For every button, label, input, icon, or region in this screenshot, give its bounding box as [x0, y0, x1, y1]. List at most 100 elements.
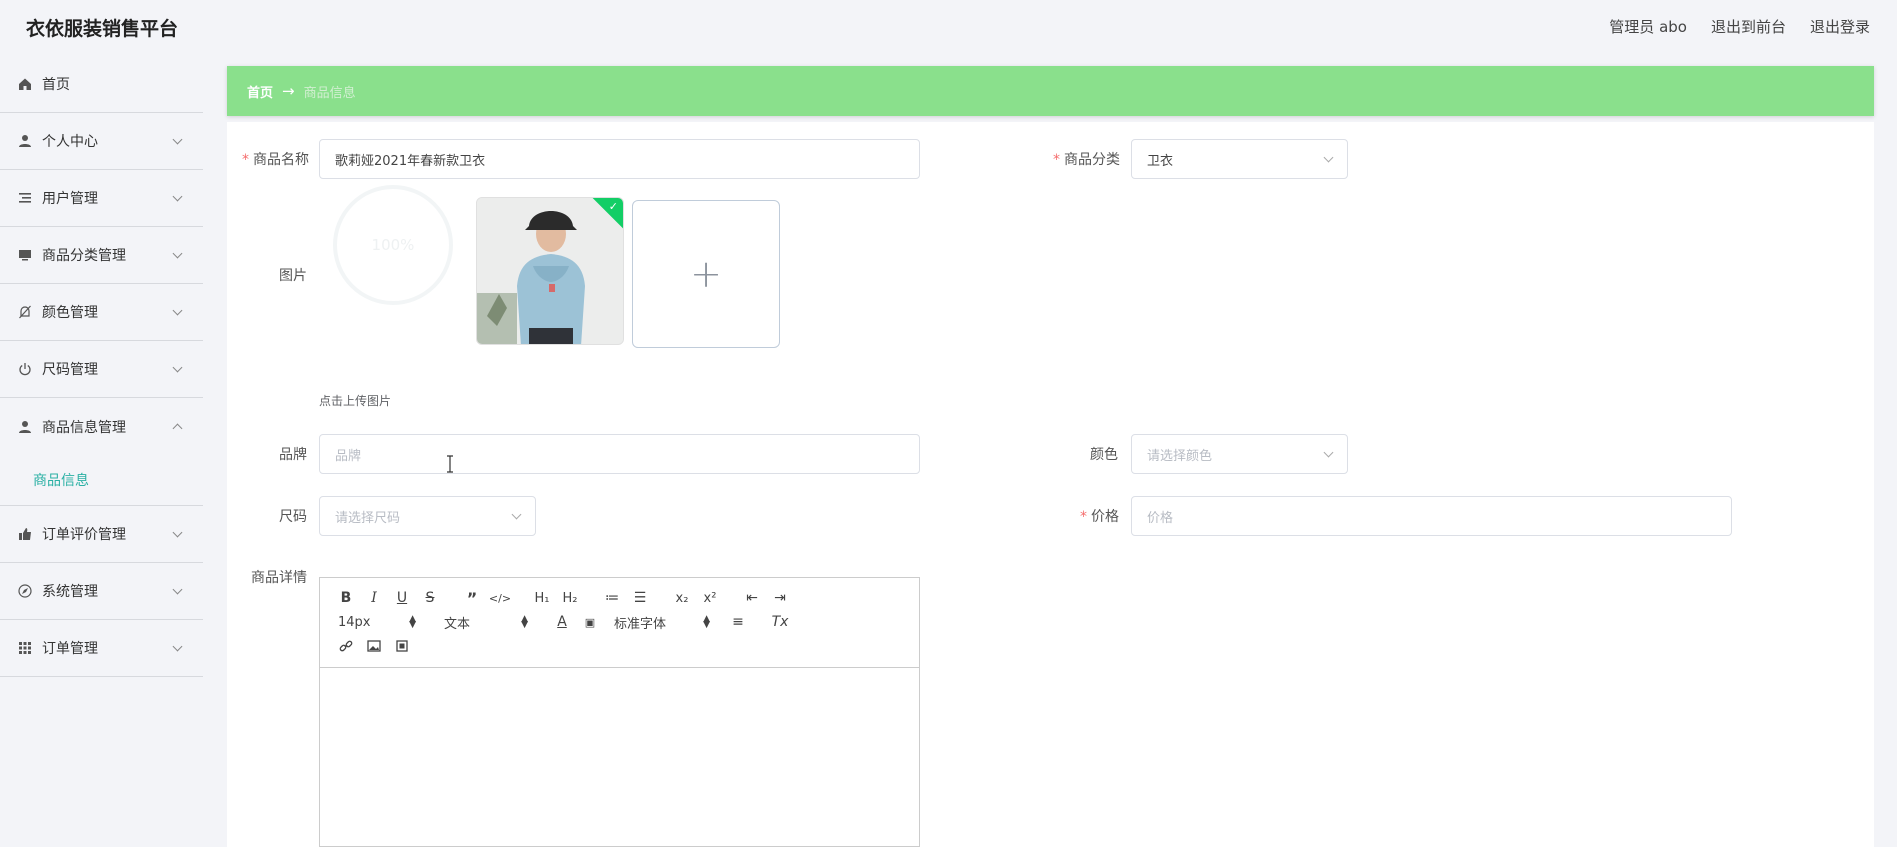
align-icon[interactable]: ≡ [724, 610, 752, 634]
code-block-icon[interactable]: </> [486, 586, 514, 610]
image-label: 图片 [279, 268, 307, 284]
brand-input[interactable]: 品牌 [319, 434, 920, 474]
app-title: 衣依服装销售平台 [26, 18, 179, 40]
required-mark: * [242, 152, 249, 168]
sidebar-item-label: 订单管理 [42, 641, 98, 657]
logout-link[interactable]: 退出登录 [1810, 16, 1870, 37]
bullet-list-icon[interactable]: ☰ [626, 586, 654, 610]
product-name-input[interactable]: 歌莉娅2021年春新款卫衣 [319, 139, 920, 179]
chevron-up-icon [172, 423, 183, 434]
upload-add-button[interactable]: + [632, 200, 780, 348]
sidebar-item-label: 商品分类管理 [42, 248, 126, 264]
category-select[interactable]: 卫衣 [1131, 139, 1348, 179]
chevron-down-icon [1323, 152, 1334, 163]
sidebar-item-label: 订单评价管理 [42, 527, 126, 543]
sidebar-item-order-management[interactable]: 订单管理 [0, 620, 203, 677]
compass-icon [17, 583, 33, 599]
italic-icon[interactable]: I [360, 586, 388, 610]
sidebar-item-label: 颜色管理 [42, 305, 98, 321]
size-placeholder: 请选择尺码 [335, 510, 401, 526]
chevron-down-icon [172, 248, 183, 259]
breadcrumb-home[interactable]: 首页 [247, 82, 273, 101]
price-input[interactable]: 价格 [1131, 496, 1732, 536]
rich-text-editor: B I U S ” </> H₁ H₂ ≔ ☰ x₂ x² ⇤ ⇥ 14px ▲… [319, 577, 920, 847]
sidebar-item-home[interactable]: 首页 [0, 56, 203, 113]
list-icon [17, 190, 33, 206]
size-label: 尺码 [279, 509, 307, 525]
sidebar-item-category-management[interactable]: 商品分类管理 [0, 227, 203, 284]
upload-progress: 100% [333, 185, 453, 305]
editor-toolbar: B I U S ” </> H₁ H₂ ≔ ☰ x₂ x² ⇤ ⇥ 14px ▲… [320, 578, 919, 668]
superscript-icon[interactable]: x² [696, 586, 724, 610]
exit-to-front-link[interactable]: 退出到前台 [1711, 16, 1786, 37]
chevron-down-icon [172, 584, 183, 595]
upload-tip: 点击上传图片 [319, 394, 392, 408]
brand-label: 品牌 [279, 447, 307, 463]
select-updown-icon: ▲ ▼ [703, 614, 710, 630]
sidebar-item-color-management[interactable]: 颜色管理 [0, 284, 203, 341]
user-icon [17, 133, 33, 149]
hoodie-photo [477, 198, 623, 344]
select-updown-icon: ▲ ▼ [409, 614, 416, 630]
font-size-select[interactable]: 14px ▲ ▼ [332, 610, 416, 634]
sidebar-subitem-product-info[interactable]: 商品信息 [0, 454, 203, 506]
sidebar-item-user-management[interactable]: 用户管理 [0, 170, 203, 227]
video-icon[interactable] [388, 634, 416, 658]
chevron-down-icon [172, 134, 183, 145]
bold-icon[interactable]: B [332, 586, 360, 610]
top-nav: 管理员 abo 退出到前台 退出登录 [1609, 16, 1870, 37]
color-placeholder: 请选择颜色 [1147, 448, 1213, 464]
ordered-list-icon[interactable]: ≔ [598, 586, 626, 610]
chevron-down-icon [511, 509, 522, 520]
chevron-down-icon [1323, 447, 1334, 458]
sidebar-item-system-management[interactable]: 系统管理 [0, 563, 203, 620]
outdent-icon[interactable]: ⇤ [738, 586, 766, 610]
image-icon[interactable] [360, 634, 388, 658]
strike-icon[interactable]: S [416, 586, 444, 610]
chevron-down-icon [172, 527, 183, 538]
font-size-value: 14px [338, 614, 371, 630]
underline-icon[interactable]: U [388, 586, 416, 610]
sidebar-item-label: 系统管理 [42, 584, 98, 600]
admin-user-label[interactable]: 管理员 abo [1609, 16, 1687, 37]
select-updown-icon: ▲ ▼ [521, 614, 528, 630]
sidebar-item-size-management[interactable]: 尺码管理 [0, 341, 203, 398]
subscript-icon[interactable]: x₂ [668, 586, 696, 610]
font-family-select[interactable]: 标准字体 ▲ ▼ [614, 610, 710, 634]
sidebar-item-label: 首页 [42, 77, 70, 93]
arrow-right-icon: → [282, 82, 295, 100]
sidebar-item-order-review-management[interactable]: 订单评价管理 [0, 506, 203, 563]
font-color-icon[interactable]: A [548, 610, 576, 634]
color-select[interactable]: 请选择颜色 [1131, 434, 1348, 474]
top-header: 衣依服装销售平台 管理员 abo 退出到前台 退出登录 [0, 0, 1897, 54]
sidebar-item-label: 个人中心 [42, 134, 98, 150]
background-color-icon[interactable]: ▣ [576, 610, 604, 634]
indent-icon[interactable]: ⇥ [766, 586, 794, 610]
category-selected-value: 卫衣 [1147, 153, 1174, 169]
link-icon[interactable] [332, 634, 360, 658]
monitor-icon [17, 247, 33, 263]
detail-label: 商品详情 [251, 570, 307, 586]
sidebar: 首页 个人中心 用户管理 商品分类管理 颜色管理 尺码管理 商品信息管理 商品信… [0, 56, 203, 677]
power-icon [17, 361, 33, 377]
clear-format-icon[interactable]: Tx [766, 610, 794, 634]
chevron-down-icon [172, 362, 183, 373]
chevron-down-icon [172, 641, 183, 652]
blockquote-icon[interactable]: ” [458, 586, 486, 610]
header-select[interactable]: 文本 ▲ ▼ [444, 610, 528, 634]
editor-content-area[interactable] [320, 668, 919, 846]
heading2-icon[interactable]: H₂ [556, 586, 584, 610]
user-icon [17, 419, 33, 435]
sidebar-item-personal-center[interactable]: 个人中心 [0, 113, 203, 170]
font-family-value: 标准字体 [614, 616, 667, 632]
size-select[interactable]: 请选择尺码 [319, 496, 536, 536]
uploaded-image[interactable]: ✓ [476, 197, 624, 345]
header-select-value: 文本 [444, 616, 471, 632]
name-label: * 商品名称 [242, 152, 309, 168]
heading1-icon[interactable]: H₁ [528, 586, 556, 610]
grid-icon [17, 640, 33, 656]
color-label: 颜色 [1090, 447, 1118, 463]
breadcrumb: 首页 → 商品信息 [227, 66, 1874, 116]
required-mark: * [1080, 509, 1087, 525]
sidebar-item-product-info-management[interactable]: 商品信息管理 [0, 398, 203, 455]
